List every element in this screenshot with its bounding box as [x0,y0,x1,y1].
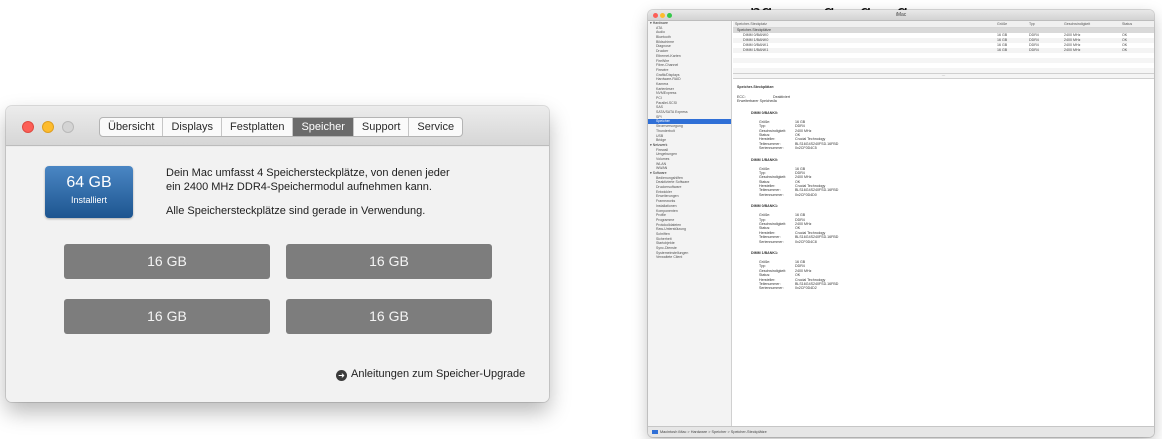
bank-value: 0x2CF0D4D0 [795,192,817,197]
minimize-window-button[interactable] [42,121,54,133]
bank-key: Seriennummer: [759,239,784,244]
memory-slot-3: 16 GB [64,299,270,334]
memory-status: Installiert [70,195,107,205]
detail-banks: DIMM 0/BANK0: Größe: 16 GB Typ: DDR4 Geschwin… [737,111,1150,291]
bank-serial: Seriennummer: 0x2CF0D4C5 [737,146,1150,150]
path-statusbar: Macintosh iMac > Hardware > Speicher > S… [648,426,1154,437]
table-empty-area [733,53,1154,73]
about-this-mac-window: Übersicht Displays Festplatten Speicher Supp… [6,106,549,402]
upgrade-link-label: Anleitungen zum Speicher-Upgrade [351,368,526,380]
tab-bar: Übersicht Displays Festplatten Speicher Supp… [99,117,464,137]
memory-pane: 64 GB Installiert Dein Mac umfasst 4 Spe… [6,147,549,402]
statusbar-path: Macintosh iMac > Hardware > Speicher > S… [660,430,767,434]
col-slot[interactable]: Speicher-Steckplatz [733,21,995,27]
bank-key: Seriennummer: [759,192,784,197]
window-toolbar: Übersicht Displays Festplatten Speicher Supp… [6,106,549,146]
memory-slot-4: 16 GB [286,299,492,334]
tab-displays[interactable]: Displays [163,118,223,136]
cell-status: OK [1122,48,1128,52]
memory-table-body: DIMM 0/BANK0 16 GB DDR4 2400 MHz OK DIMM 1/BA… [733,33,1154,53]
tab-service[interactable]: Service [409,118,462,136]
cell-speed: 2400 MHz [1064,48,1081,52]
memory-installed-badge: 64 GB Installiert [45,166,133,218]
sidebar-item[interactable]: Verwaltete Client [648,255,731,260]
sysinfo-main: Speicher-Steckplatz Größe Typ Geschwindi… [733,21,1154,426]
bank-serial: Seriennummer: 0x2CF0D4D2 [737,286,1150,290]
memory-table-header: Speicher-Steckplatz Größe Typ Geschwindi… [733,21,1154,28]
bank-key: Seriennummer: [759,286,784,291]
memory-total: 64 GB [66,174,112,191]
col-type[interactable]: Typ [1027,21,1062,27]
bank-value: 0x2CF0D4D2 [795,286,817,291]
memory-slot-1: 16 GB [64,244,270,279]
col-size[interactable]: Größe [995,21,1027,27]
cell-type: DDR4 [1029,48,1039,52]
memory-description: Dein Mac umfasst 4 Speichersteckplätze, … [166,166,496,194]
bank-heading: DIMM 1/BANK0: [751,157,779,162]
detail-pane: Speicher-Steckplätze: ECC: Deaktiviert Er… [733,79,1154,297]
description-line-2: ein 2400 MHz DDR4-Speichermodul aufnehme… [166,181,432,193]
cell-size: 16 GB [997,48,1008,52]
detail-heading: Speicher-Steckplätze: [737,85,775,89]
tab-übersicht[interactable]: Übersicht [100,118,164,136]
col-status[interactable]: Status [1120,21,1154,27]
table-row[interactable]: DIMM 1/BANK1 16 GB DDR4 2400 MHz OK [733,48,1154,53]
cell-slot: DIMM 1/BANK1 [743,48,769,52]
arrow-circle-icon: ➜ [336,370,347,381]
detail-upgradeable: Erweiterbarer Speicher: Ja [737,99,777,104]
sysinfo-sidebar: ▾ Hardware ATA Audio Bluetooth Bildschirme Di… [648,21,732,426]
sysinfo-title: iMac [895,12,907,18]
bank-serial: Seriennummer: 0x2CF0D4C8 [737,240,1150,244]
zoom-window-button[interactable] [62,121,74,133]
disclosure-triangle-icon[interactable]: ▾ [650,171,653,175]
memory-slot-2: 16 GB [286,244,492,279]
bank-value: 0x2CF0D4C5 [795,146,817,151]
bank-heading: DIMM 0/BANK0: [751,110,779,115]
tab-festplatten[interactable]: Festplatten [222,118,294,136]
memory-upgrade-link[interactable]: ➜ Anleitungen zum Speicher-Upgrade [336,368,525,381]
bank-serial: Seriennummer: 0x2CF0D4D0 [737,193,1150,197]
tab-support[interactable]: Support [354,118,410,136]
disclosure-triangle-icon[interactable]: ▾ [650,143,653,147]
computer-icon [652,429,658,434]
bank-heading: DIMM 0/BANK1: [751,204,779,209]
slots-note: Alle Speichersteckplätze sind gerade in … [166,205,426,217]
bank-key: Seriennummer: [759,146,784,151]
col-speed[interactable]: Geschwindigkeit [1062,21,1120,27]
sysinfo-titlebar: iMac [648,10,1154,21]
bank-heading: DIMM 1/BANK1: [751,250,779,255]
description-line-1: Dein Mac umfasst 4 Speichersteckplätze, … [166,167,450,179]
close-window-button[interactable] [22,121,34,133]
disclosure-triangle-icon[interactable]: ▾ [650,21,653,25]
system-information-window: iMac ▾ Hardware ATA Audio Bluetooth Bildschi… [648,10,1154,437]
tab-speicher[interactable]: Speicher [293,118,354,136]
bank-value: 0x2CF0D4C8 [795,239,817,244]
